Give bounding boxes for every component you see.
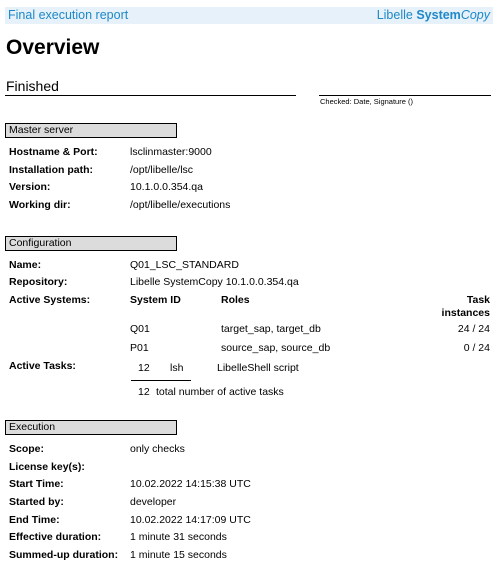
workdir-value: /opt/libelle/executions [130,199,231,211]
version-value: 10.1.0.0.354.qa [130,181,203,193]
workdir-label: Working dir: [9,199,71,211]
task-total-divider [131,380,191,381]
scope-label: Scope: [9,443,45,455]
hostname-label: Hostname & Port: [9,146,98,158]
report-title: Final execution report [8,8,129,22]
brand-prefix: Libelle [376,8,417,22]
systems-header-task: Task [466,294,490,306]
system-row-roles: target_sap, target_db [221,323,321,335]
active-systems-label: Active Systems: [9,294,91,306]
summed-duration-value: 1 minute 15 seconds [130,549,227,561]
started-by-value: developer [130,496,177,508]
section-execution: Execution [5,420,177,435]
hostname-value: lsclinmaster:9000 [130,146,212,158]
task-count: 12 [138,362,150,374]
repository-label: Repository: [9,276,68,288]
system-row-id: P01 [130,342,149,354]
systems-header-roles: Roles [221,294,250,306]
system-row-instances: 24 / 24 [457,323,490,335]
task-description: LibelleShell script [217,362,299,374]
section-configuration: Configuration [5,236,177,251]
systems-header-id: System ID [130,294,181,306]
brand-logo: Libelle SystemCopy [377,8,490,22]
task-total-count: 12 [138,386,150,398]
brand-italic: Copy [460,8,490,22]
install-path-label: Installation path: [9,164,93,176]
install-path-value: /opt/libelle/lsc [130,164,194,176]
scope-value: only checks [130,443,185,455]
system-row-instances: 0 / 24 [463,342,490,354]
report-header-bar: Final execution report Libelle SystemCop… [5,7,493,24]
license-label: License key(s): [9,461,85,473]
config-name-label: Name: [9,259,42,271]
section-master-server: Master server [5,123,177,138]
config-name-value: Q01_LSC_STANDARD [130,259,239,271]
status-underline [5,95,296,96]
repository-value: Libelle SystemCopy 10.1.0.0.354.qa [130,276,299,288]
active-tasks-label: Active Tasks: [9,360,76,372]
checked-signature-label: Checked: Date, Signature () [320,97,413,106]
task-total-label: total number of active tasks [156,386,284,398]
effective-duration-label: Effective duration: [9,531,102,543]
started-by-label: Started by: [9,496,64,508]
system-row-roles: source_sap, source_db [221,342,331,354]
task-code: lsh [170,362,184,374]
effective-duration-value: 1 minute 31 seconds [130,531,227,543]
summed-duration-label: Summed-up duration: [9,549,119,561]
status-text: Finished [6,78,59,94]
end-time-value: 10.02.2022 14:17:09 UTC [130,514,251,526]
version-label: Version: [9,181,51,193]
system-row-id: Q01 [130,323,150,335]
brand-bold: System [416,8,461,22]
start-time-label: Start Time: [9,478,64,490]
start-time-value: 10.02.2022 14:15:38 UTC [130,478,251,490]
signature-line [319,95,491,96]
page-title: Overview [6,36,100,59]
systems-header-instances: instances [441,307,490,319]
end-time-label: End Time: [9,514,60,526]
